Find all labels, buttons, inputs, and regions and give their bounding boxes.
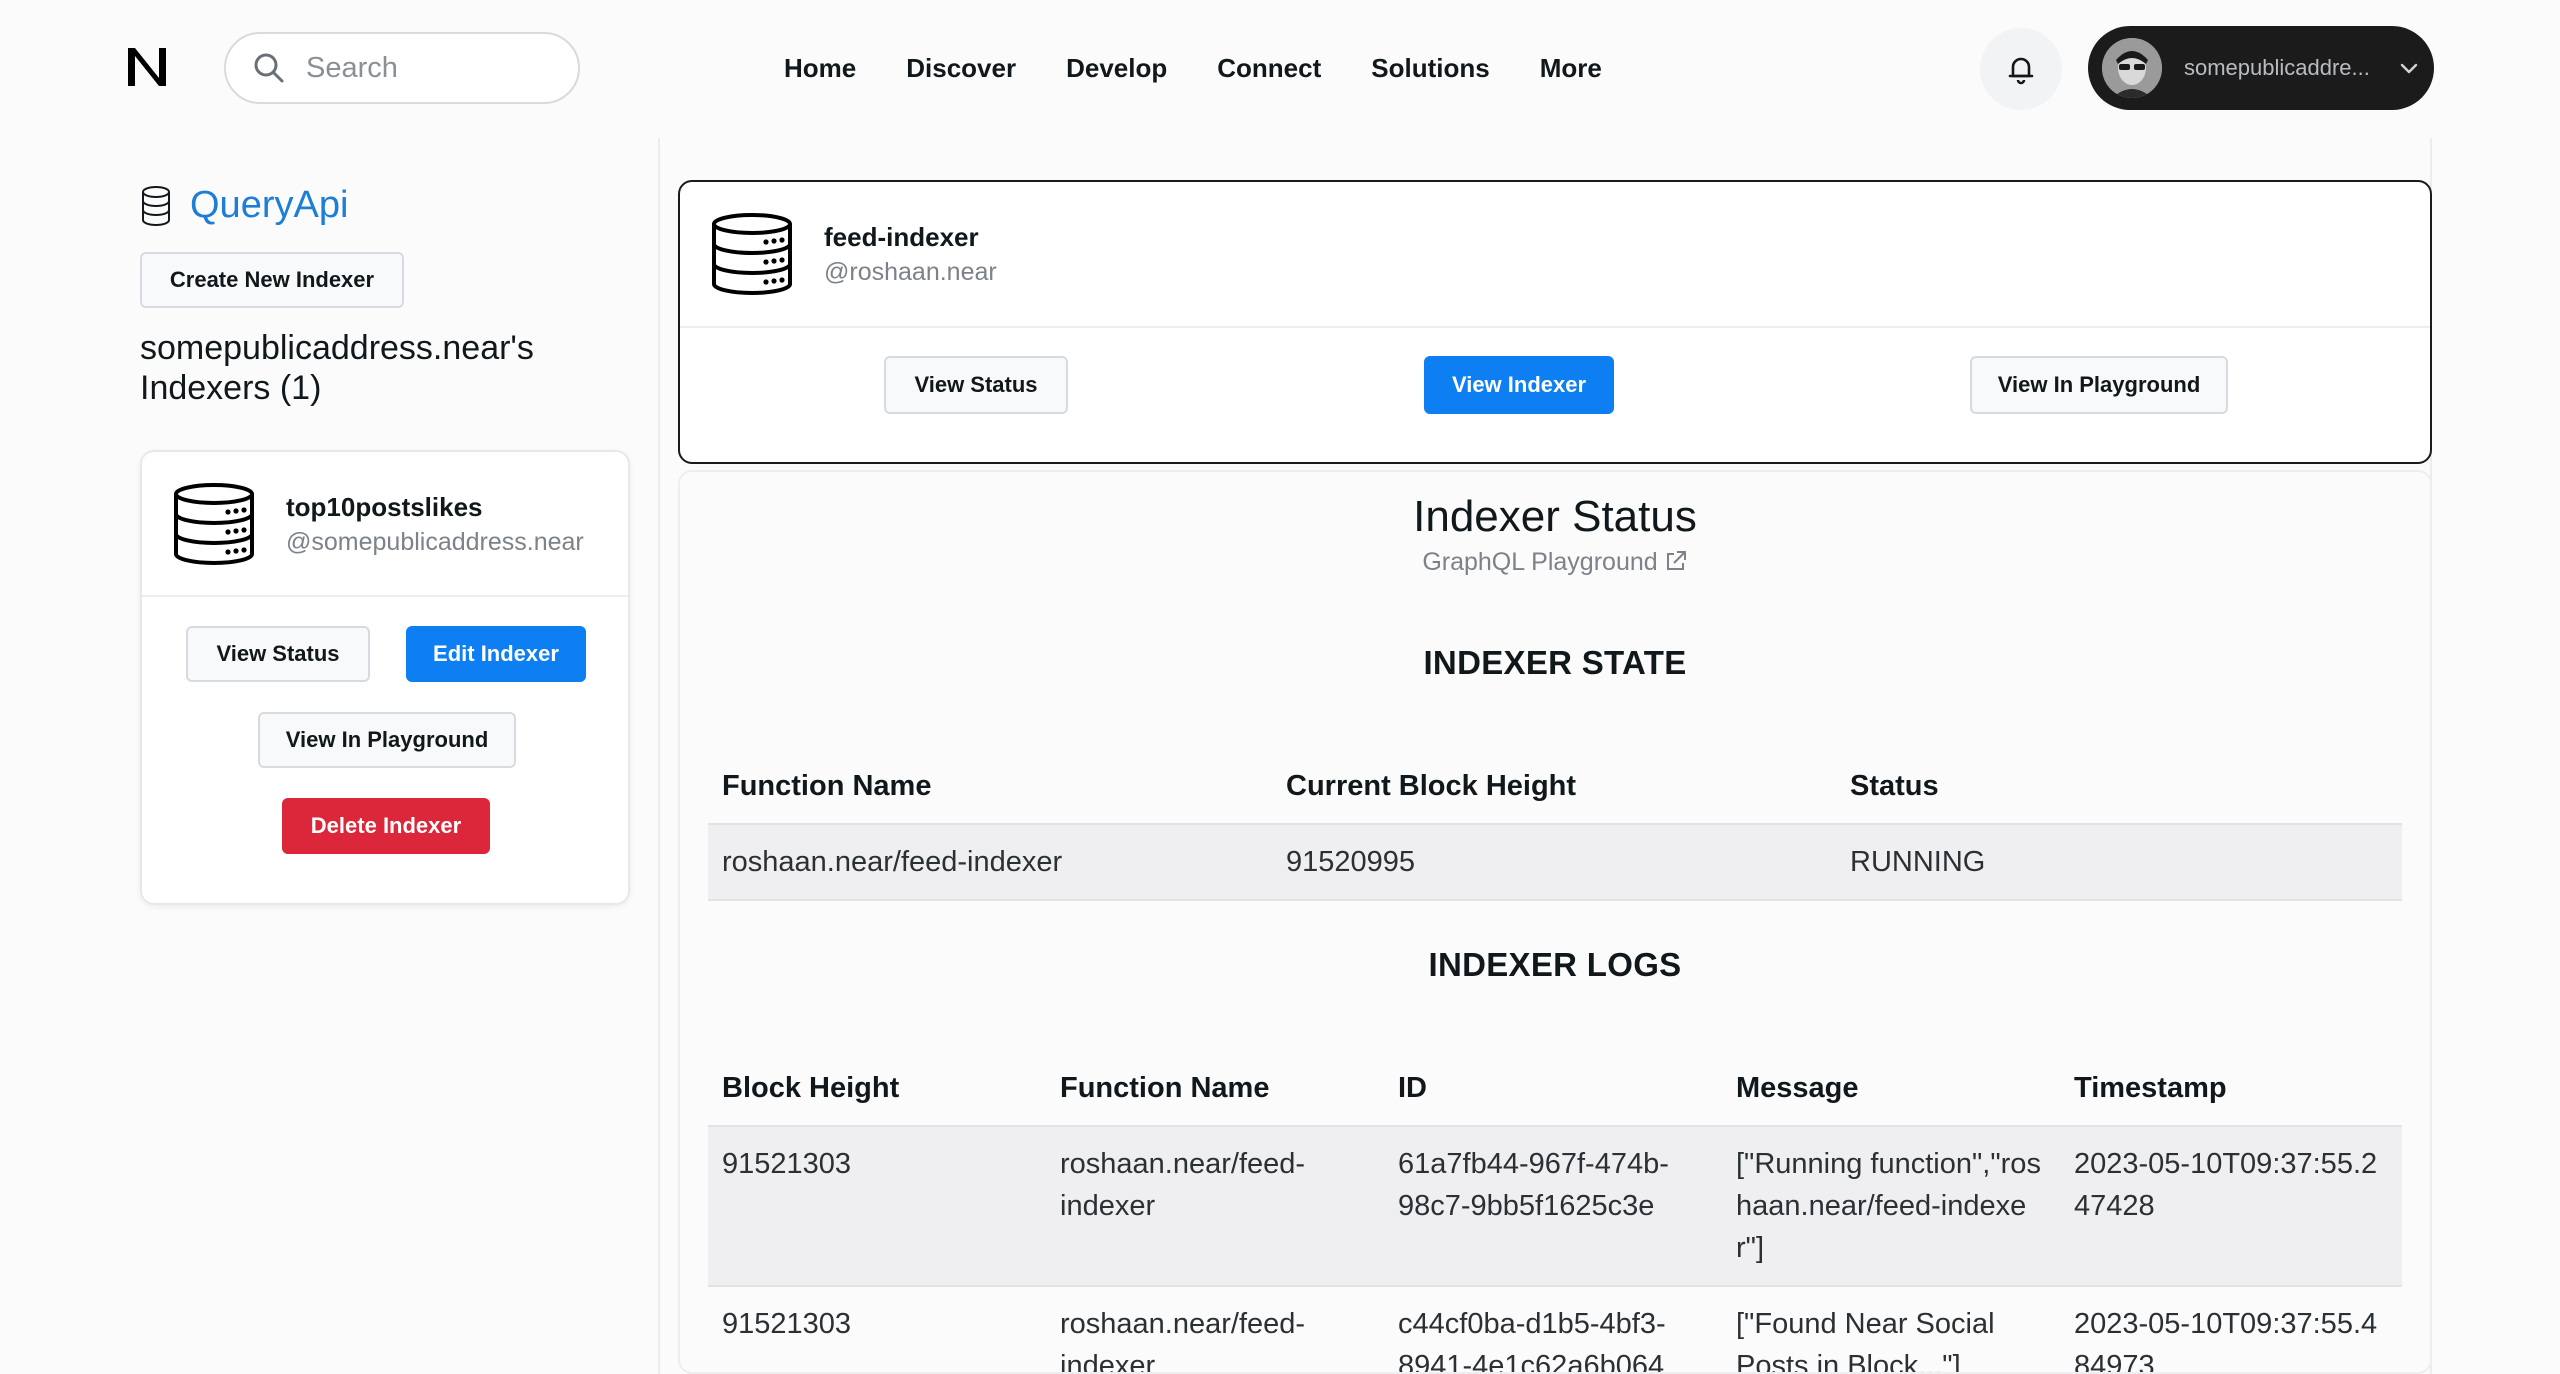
main-menu: Home Discover Develop Connect Solutions … <box>784 50 1652 86</box>
database-icon <box>142 185 170 226</box>
column-function-name: Function Name <box>708 750 1272 825</box>
chevron-down-icon <box>2400 63 2418 74</box>
column-timestamp: Timestamp <box>2060 1052 2402 1127</box>
view-status-button[interactable]: View Status <box>884 356 1068 414</box>
indexer-state-table: Function Name Current Block Height Statu… <box>708 750 2402 901</box>
owner-indexers-heading: somepublicaddress.near's Indexers (1) <box>140 329 534 407</box>
column-id: ID <box>1384 1052 1722 1127</box>
avatar-image <box>2102 38 2162 98</box>
queryapi-title: QueryApi <box>140 184 348 227</box>
app-title[interactable]: QueryApi <box>190 184 348 227</box>
create-new-indexer-button[interactable]: Create New Indexer <box>140 252 404 308</box>
nav-solutions[interactable]: Solutions <box>1371 50 1489 86</box>
search-input[interactable]: Search <box>224 32 580 104</box>
search-placeholder: Search <box>306 51 398 84</box>
view-in-playground-button[interactable]: View In Playground <box>258 712 516 768</box>
search-icon <box>254 53 284 83</box>
selected-indexer-header: feed-indexer @roshaan.near <box>680 182 2430 328</box>
view-status-button[interactable]: View Status <box>186 626 370 682</box>
view-indexer-button[interactable]: View Indexer <box>1424 356 1614 414</box>
indexer-name: top10postslikes <box>286 492 483 522</box>
external-link-icon <box>1666 551 1686 570</box>
column-status: Status <box>1836 750 2402 825</box>
log-message: ["Running function","roshaan.near/feed-i… <box>1722 1126 2060 1287</box>
state-block-height: 91520995 <box>1272 824 1836 901</box>
indexer-logs-table: Block Height Function Name ID Message Ti… <box>708 1052 2402 1372</box>
log-timestamp: 2023-05-10T09:37:55.247428 <box>2060 1126 2402 1287</box>
nav-connect[interactable]: Connect <box>1217 50 1321 86</box>
indexer-account: @somepublicaddress.near <box>286 528 584 556</box>
nav-develop[interactable]: Develop <box>1066 50 1167 86</box>
account-menu[interactable]: somepublicaddre... <box>2088 26 2434 110</box>
sidebar-divider <box>658 138 660 1374</box>
graphql-playground-label[interactable]: GraphQL Playground <box>1422 548 1657 576</box>
account-name: somepublicaddre... <box>2184 55 2370 80</box>
log-timestamp: 2023-05-10T09:37:55.484973 <box>2060 1286 2402 1372</box>
log-id: 61a7fb44-967f-474b-98c7-9bb5f1625c3e <box>1384 1126 1722 1287</box>
table-row: roshaan.near/feed-indexer 91520995 RUNNI… <box>708 824 2402 901</box>
indexer-card-top10postslikes: top10postslikes @somepublicaddress.near … <box>140 450 630 905</box>
indexer-status-title: Indexer Status <box>1413 492 1697 541</box>
indexer-status-panel: Indexer Status GraphQL Playground INDEXE… <box>678 470 2432 1374</box>
log-id: c44cf0ba-d1b5-4bf3-8941-4e1c62a6b064 <box>1384 1286 1722 1372</box>
view-in-playground-button[interactable]: View In Playground <box>1970 356 2228 414</box>
log-function-name: roshaan.near/feed-indexer <box>1046 1286 1384 1372</box>
nav-more[interactable]: More <box>1540 50 1602 86</box>
near-logo-icon[interactable] <box>122 42 172 92</box>
indexer-state-heading: INDEXER STATE <box>1423 644 1687 681</box>
selected-indexer-card: feed-indexer @roshaan.near View Status V… <box>678 180 2432 464</box>
state-status: RUNNING <box>1836 824 2402 901</box>
log-block-height: 91521303 <box>708 1286 1046 1372</box>
notifications-button[interactable] <box>1980 28 2062 110</box>
state-function-name: roshaan.near/feed-indexer <box>708 824 1272 901</box>
log-message: ["Found Near Social Posts in Block..."] <box>1722 1286 2060 1372</box>
table-row: 91521303 roshaan.near/feed-indexer c44cf… <box>708 1286 2402 1372</box>
column-message: Message <box>1722 1052 2060 1127</box>
nav-discover[interactable]: Discover <box>906 50 1016 86</box>
table-row: 91521303 roshaan.near/feed-indexer 61a7f… <box>708 1126 2402 1287</box>
bell-icon <box>2008 57 2034 85</box>
table-header-row: Function Name Current Block Height Statu… <box>708 750 2402 825</box>
selected-indexer-name: feed-indexer <box>824 222 979 252</box>
column-function-name: Function Name <box>1046 1052 1384 1127</box>
log-function-name: roshaan.near/feed-indexer <box>1046 1126 1384 1287</box>
server-icon <box>174 483 254 565</box>
indexer-card-header: top10postslikes @somepublicaddress.near <box>142 452 628 597</box>
server-icon <box>712 213 792 295</box>
edit-indexer-button[interactable]: Edit Indexer <box>406 626 586 682</box>
table-header-row: Block Height Function Name ID Message Ti… <box>708 1052 2402 1127</box>
delete-indexer-button[interactable]: Delete Indexer <box>282 798 490 854</box>
avatar <box>2102 38 2162 98</box>
column-current-block-height: Current Block Height <box>1272 750 1836 825</box>
nav-home[interactable]: Home <box>784 50 856 86</box>
graphql-playground-link[interactable]: GraphQL Playground <box>680 548 2430 577</box>
top-nav: Search Home Discover Develop Connect Sol… <box>0 0 2560 138</box>
indexer-logs-heading: INDEXER LOGS <box>1428 946 1682 983</box>
selected-indexer-account: @roshaan.near <box>824 258 997 286</box>
log-block-height: 91521303 <box>708 1126 1046 1287</box>
column-block-height: Block Height <box>708 1052 1046 1127</box>
